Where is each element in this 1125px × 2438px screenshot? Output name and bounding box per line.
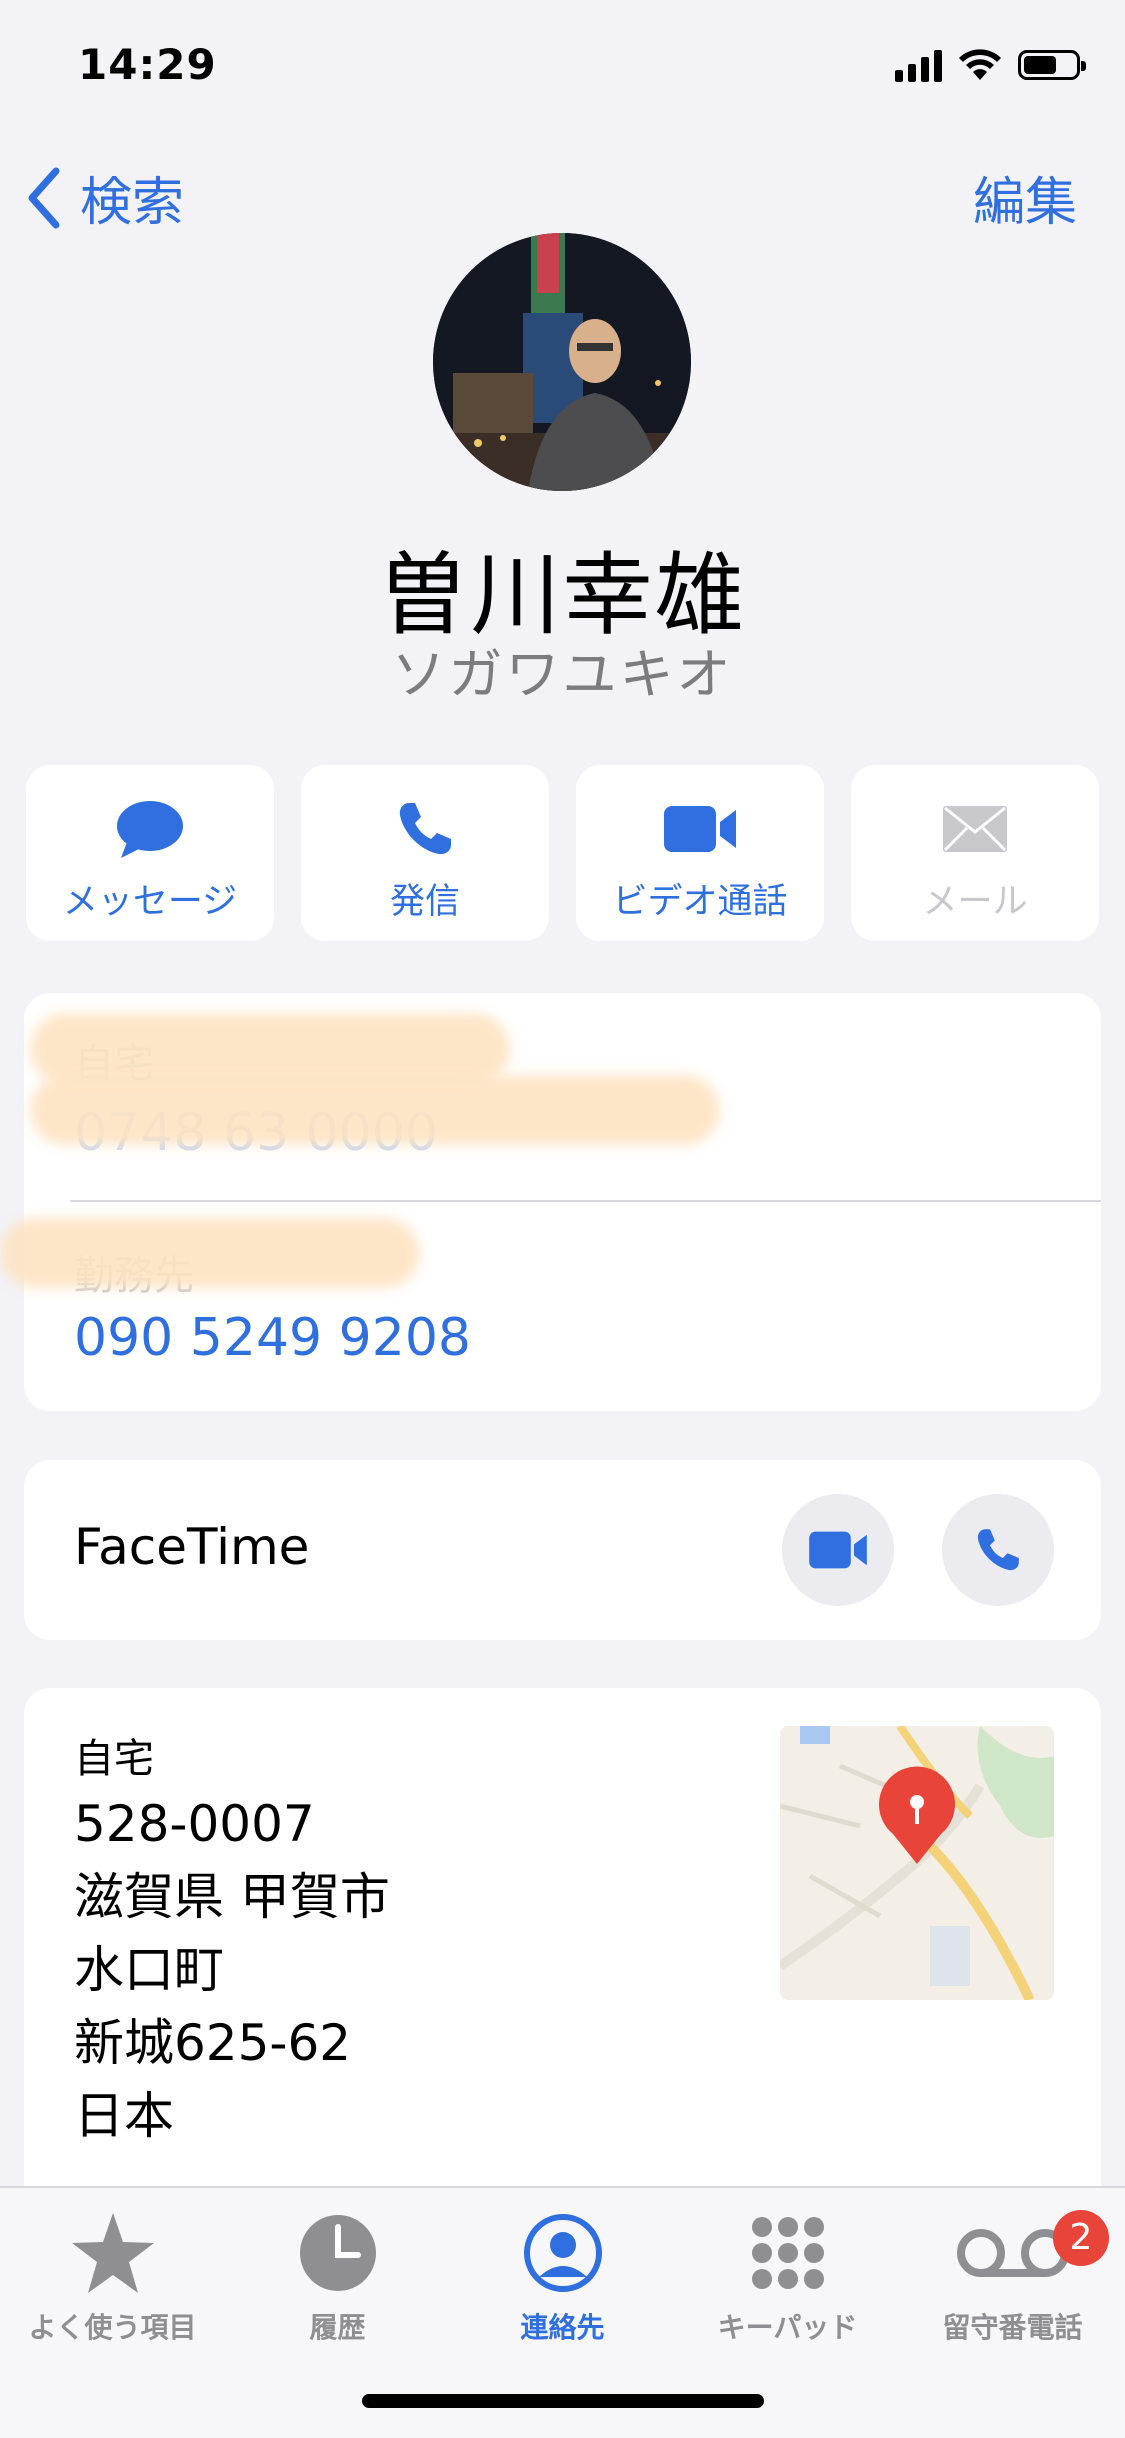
contact-phonetic-name: ソガワユキオ xyxy=(391,643,734,706)
message-button-label: メッセージ xyxy=(62,882,238,922)
video-call-button-label: ビデオ通話 xyxy=(612,882,788,922)
wifi-icon xyxy=(959,49,1001,80)
facetime-label: FaceTime xyxy=(74,1518,310,1576)
facetime-audio-button[interactable] xyxy=(942,1494,1054,1606)
tab-recents-label: 履歴 xyxy=(309,2311,366,2344)
phone-icon xyxy=(977,1529,1019,1571)
edit-button[interactable]: 編集 xyxy=(973,160,1077,235)
address-postal-code: 528-0007 xyxy=(74,1795,315,1853)
tab-contacts[interactable]: 連絡先 xyxy=(450,2208,675,2346)
battery-icon xyxy=(1018,50,1086,80)
message-bubble-icon xyxy=(117,801,183,858)
phone-icon xyxy=(399,803,451,855)
address-text: 528-0007 滋賀県 甲賀市 水口町 新城625-62 日本 xyxy=(74,1788,390,2153)
call-button-label: 発信 xyxy=(389,882,460,922)
person-circle-icon xyxy=(523,2214,602,2292)
back-button[interactable]: 検索 xyxy=(26,160,184,235)
tab-voicemail[interactable]: 留守番電話 2 xyxy=(900,2208,1125,2346)
redaction-smear xyxy=(30,1075,720,1145)
tab-keypad[interactable]: キーパッド xyxy=(675,2208,900,2346)
tab-keypad-label: キーパッド xyxy=(717,2311,858,2344)
tab-voicemail-label: 留守番電話 xyxy=(942,2311,1083,2344)
voicemail-badge: 2 xyxy=(1053,2210,1109,2266)
video-camera-icon xyxy=(664,806,736,852)
status-time: 14:29 xyxy=(78,40,217,89)
mail-button-label: メール xyxy=(922,882,1028,922)
avatar xyxy=(433,233,691,491)
facetime-card: FaceTime xyxy=(24,1460,1101,1640)
facetime-video-button[interactable] xyxy=(782,1494,894,1606)
address-town: 水口町 xyxy=(74,1941,224,1999)
tab-favorites[interactable]: よく使う項目 xyxy=(0,2208,225,2346)
mail-button[interactable]: メール xyxy=(851,765,1099,941)
address-prefecture-city: 滋賀県 甲賀市 xyxy=(74,1868,390,1926)
video-call-button[interactable]: ビデオ通話 xyxy=(576,765,824,941)
address-label: 自宅 xyxy=(74,1736,154,1782)
call-button[interactable]: 発信 xyxy=(301,765,549,941)
address-country: 日本 xyxy=(74,2087,174,2145)
home-indicator xyxy=(362,2394,764,2408)
tab-contacts-label: 連絡先 xyxy=(520,2311,605,2344)
tab-favorites-label: よく使う項目 xyxy=(28,2311,197,2344)
map-thumbnail[interactable] xyxy=(780,1726,1054,2000)
map-pin-icon xyxy=(879,1766,955,1864)
divider xyxy=(70,1200,1101,1202)
message-button[interactable]: メッセージ xyxy=(26,765,274,941)
keypad-icon xyxy=(751,2217,824,2289)
status-icons xyxy=(895,48,1086,82)
cellular-signal-icon xyxy=(895,48,942,82)
clock-icon xyxy=(299,2215,376,2291)
phone-number-work[interactable]: 090 5249 9208 xyxy=(74,1308,471,1368)
avatar-photo xyxy=(433,233,691,491)
address-street: 新城625-62 xyxy=(74,2014,352,2072)
tab-recents[interactable]: 履歴 xyxy=(225,2208,450,2346)
star-icon xyxy=(71,2213,154,2293)
redaction-smear xyxy=(0,1218,420,1288)
video-camera-icon xyxy=(809,1531,867,1569)
address-card[interactable]: 自宅 528-0007 滋賀県 甲賀市 水口町 新城625-62 日本 xyxy=(24,1688,1101,2186)
back-label: 検索 xyxy=(80,173,185,233)
chevron-left-icon xyxy=(28,167,60,228)
envelope-icon xyxy=(943,806,1007,852)
